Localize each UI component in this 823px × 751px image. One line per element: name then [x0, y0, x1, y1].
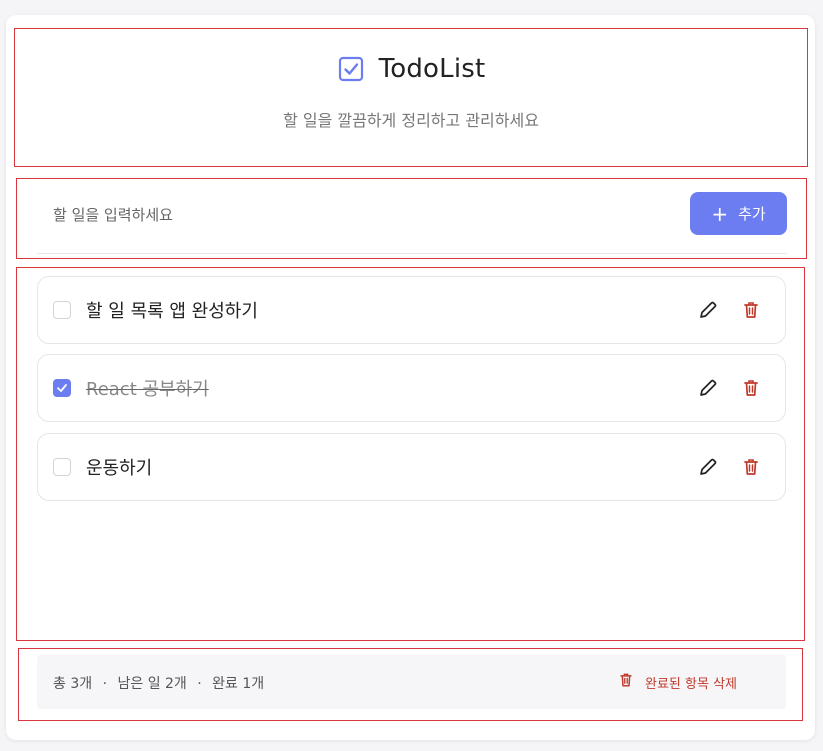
title-row: TodoList: [15, 49, 807, 89]
todo-item: React 공부하기: [37, 354, 786, 422]
stats-separator: ·: [102, 676, 108, 692]
todo-checkbox[interactable]: [53, 301, 71, 319]
todo-footer: 총 3개 · 남은 일 2개 · 완료 1개 완료된 항목 삭제: [18, 648, 803, 721]
total-count: 총 3개: [53, 676, 93, 692]
todo-item: 운동하기: [37, 433, 786, 501]
edit-icon[interactable]: [697, 299, 719, 321]
todo-input[interactable]: [37, 193, 687, 237]
edit-icon[interactable]: [697, 456, 719, 478]
add-button[interactable]: + 추가: [690, 192, 787, 235]
todo-text: React 공부하기: [86, 379, 209, 400]
footer-bar: 총 3개 · 남은 일 2개 · 완료 1개 완료된 항목 삭제: [37, 655, 786, 709]
checkbox-icon: [337, 55, 365, 83]
todo-list: 할 일 목록 앱 완성하기 React 공부하기 운동하기: [16, 267, 805, 641]
add-todo-form: + 추가: [16, 178, 807, 259]
trash-icon[interactable]: [740, 299, 762, 321]
input-underline: [37, 253, 787, 254]
todo-checkbox[interactable]: [53, 458, 71, 476]
clear-completed-label: 완료된 항목 삭제: [645, 676, 737, 692]
trash-icon: [617, 671, 635, 693]
clear-completed-button[interactable]: 완료된 항목 삭제: [617, 668, 737, 696]
app-subtitle: 할 일을 깔끔하게 정리하고 관리하세요: [283, 111, 539, 130]
remaining-count: 남은 일 2개: [117, 676, 187, 692]
add-button-label: 추가: [738, 205, 766, 223]
todo-checkbox[interactable]: [53, 379, 71, 397]
plus-icon: +: [711, 201, 729, 226]
app-title: TodoList: [378, 54, 486, 84]
todo-item: 할 일 목록 앱 완성하기: [37, 276, 786, 344]
trash-icon[interactable]: [740, 377, 762, 399]
trash-icon[interactable]: [740, 456, 762, 478]
edit-icon[interactable]: [697, 377, 719, 399]
todo-text: 할 일 목록 앱 완성하기: [86, 301, 258, 322]
completed-count: 완료 1개: [212, 676, 265, 692]
todo-text: 운동하기: [86, 458, 153, 479]
todo-stats: 총 3개 · 남은 일 2개 · 완료 1개: [53, 673, 264, 693]
stats-separator: ·: [197, 676, 202, 692]
app-header: TodoList 할 일을 깔끔하게 정리하고 관리하세요: [14, 28, 808, 167]
